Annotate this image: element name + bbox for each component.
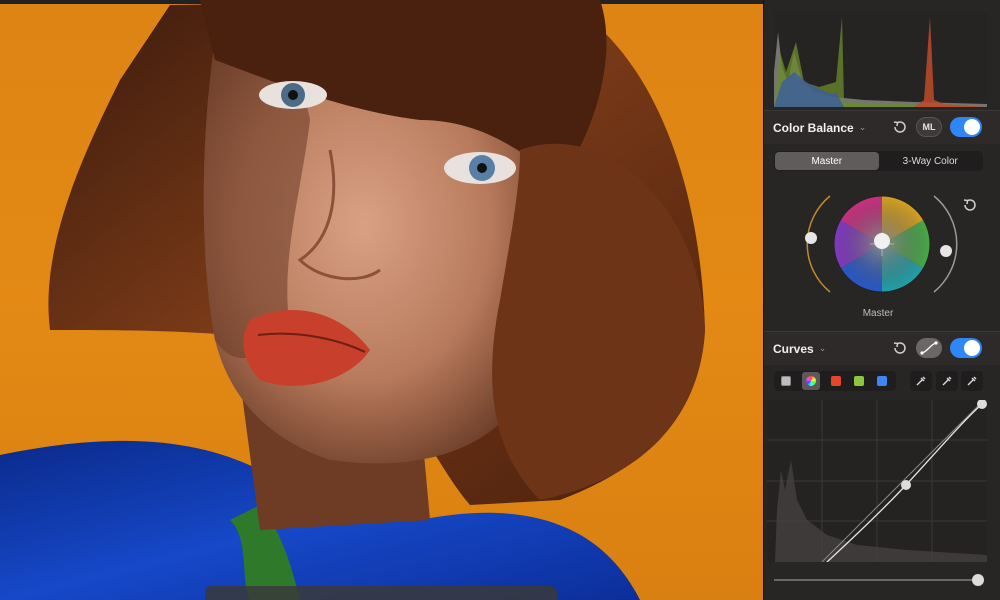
ml-button[interactable]: ML xyxy=(916,117,942,137)
photo-canvas[interactable] xyxy=(0,0,763,600)
tab-master[interactable]: Master xyxy=(775,152,879,170)
color-balance-toggle[interactable] xyxy=(950,117,982,137)
black-point-picker-icon[interactable] xyxy=(910,371,932,391)
channel-green[interactable] xyxy=(852,374,866,388)
slider-handle[interactable] xyxy=(972,574,984,586)
canvas-bottom-toolbar[interactable] xyxy=(205,586,557,600)
channel-red[interactable] xyxy=(829,374,843,388)
curve-mode-button[interactable] xyxy=(916,338,942,358)
adjustments-panel: Color Balance ⌄ ML Master 3-Way Color Ma… xyxy=(763,0,1000,600)
color-balance-title: Color Balance xyxy=(773,120,854,135)
curves-toggle[interactable] xyxy=(950,338,982,358)
chevron-down-icon[interactable]: ⌄ xyxy=(819,343,827,354)
right-arc-slider[interactable] xyxy=(933,195,958,293)
wheel-handle[interactable] xyxy=(874,233,890,249)
color-balance-mode-tabs: Master 3-Way Color xyxy=(774,151,983,171)
white-point-picker-icon[interactable] xyxy=(961,371,983,391)
toggle-knob xyxy=(964,119,980,135)
histogram xyxy=(774,12,987,107)
reset-icon[interactable] xyxy=(892,119,908,135)
color-wheel-control[interactable] xyxy=(784,180,984,310)
curve-graph[interactable] xyxy=(767,400,987,562)
curves-title: Curves xyxy=(773,341,814,356)
curve-channel-selector xyxy=(774,371,896,391)
gray-point-picker-icon[interactable] xyxy=(936,371,958,391)
right-arc-handle[interactable] xyxy=(940,245,952,257)
channel-white[interactable] xyxy=(779,374,793,388)
wheel-reset-icon[interactable] xyxy=(962,197,978,213)
channel-rgb[interactable] xyxy=(802,372,820,390)
wheel-label: Master xyxy=(862,308,894,319)
chevron-down-icon[interactable]: ⌄ xyxy=(859,122,867,133)
left-arc-handle[interactable] xyxy=(805,232,817,244)
curve-point[interactable] xyxy=(901,480,911,490)
left-pupil xyxy=(288,90,298,100)
right-pupil xyxy=(477,163,487,173)
toggle-knob xyxy=(964,340,980,356)
portrait-photo xyxy=(0,0,706,600)
channel-blue[interactable] xyxy=(875,374,889,388)
curves-reset-icon[interactable] xyxy=(892,340,908,356)
curve-range-slider[interactable] xyxy=(774,573,987,587)
curve-icon xyxy=(920,341,938,355)
left-arc-slider[interactable] xyxy=(806,195,831,293)
tab-3-way-color[interactable]: 3-Way Color xyxy=(879,152,983,170)
